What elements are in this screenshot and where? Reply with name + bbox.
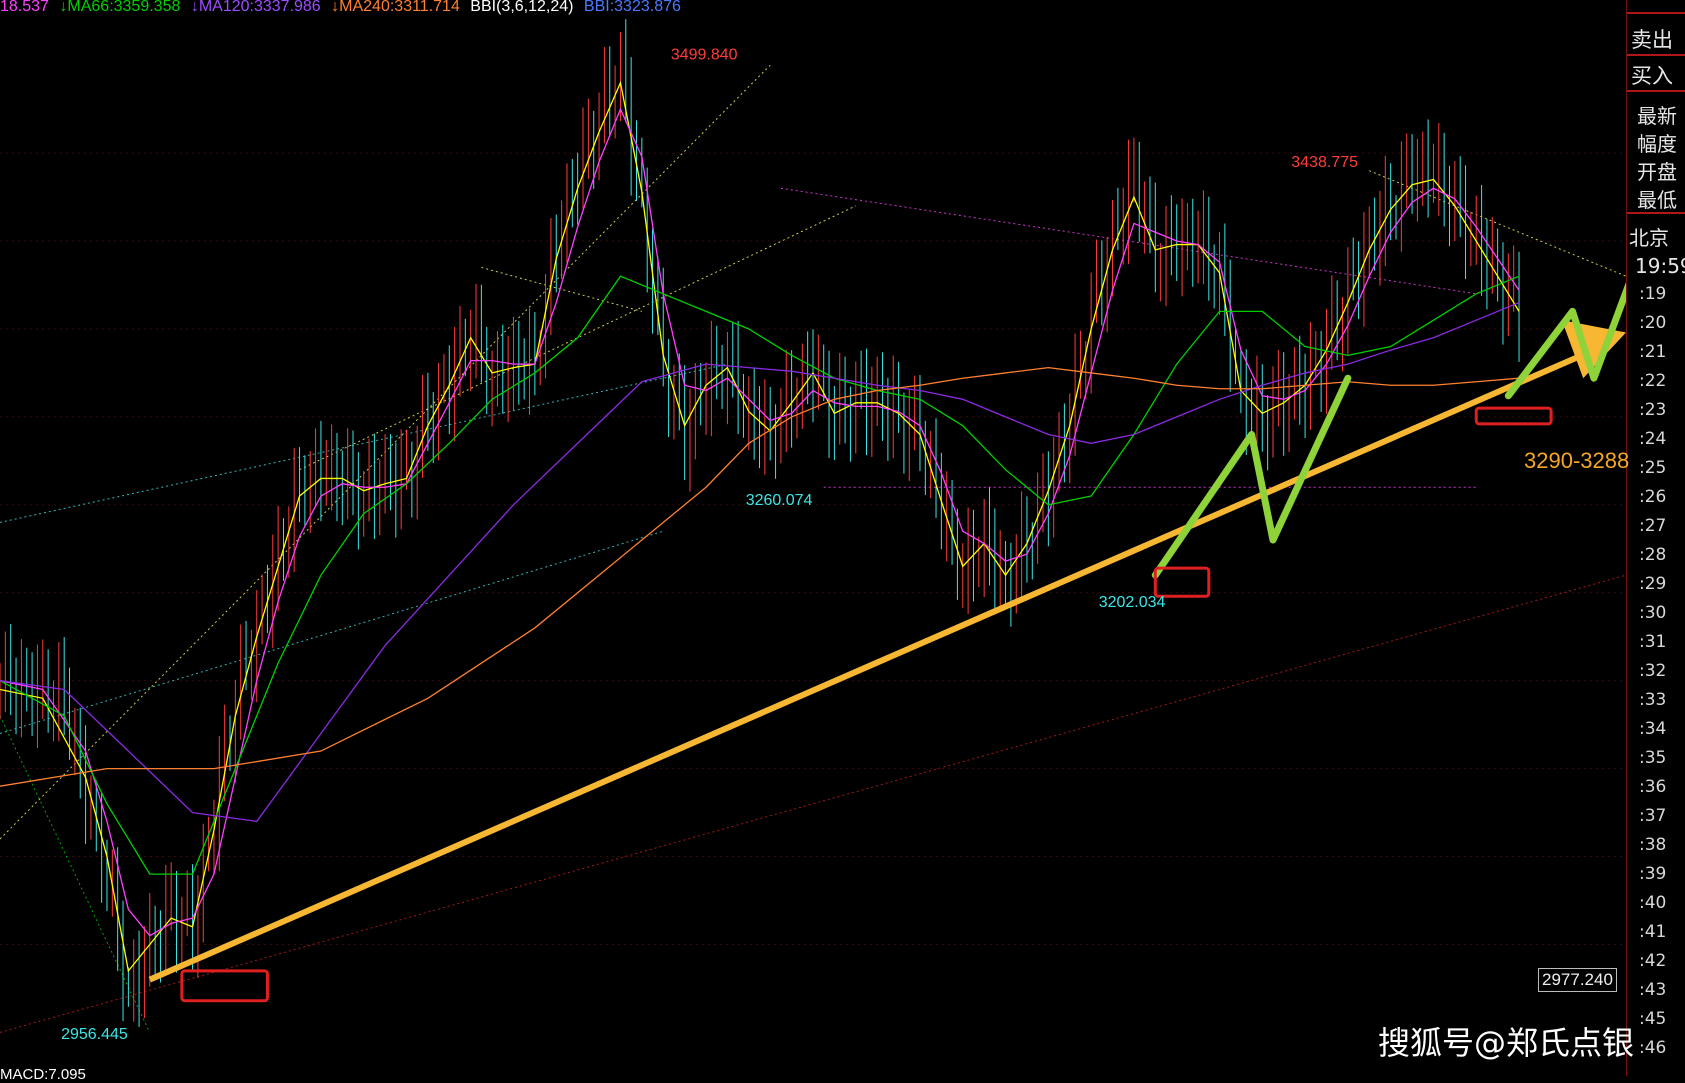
forecast-path [1504, 282, 1626, 400]
beijing-label: 北京 [1629, 226, 1669, 250]
ma-partial-value: 18.537 [0, 0, 49, 15]
price-annotation: 2956.445 [61, 1026, 128, 1043]
y-tick-label: :36 [1639, 777, 1667, 797]
divider [1627, 90, 1685, 92]
ma-line [0, 275, 1520, 875]
y-tick-label: :37 [1639, 806, 1667, 826]
y-tick-label: :21 [1639, 342, 1667, 362]
support-box [1153, 566, 1211, 598]
y-tick-label: :25 [1639, 458, 1667, 478]
support-box [1474, 406, 1553, 426]
divider [1627, 212, 1685, 214]
indicator-bar: 18.537 ↓MA66:3359.358 ↓MA120:3337.986 ↓M… [0, 0, 687, 16]
y-tick-label: :23 [1639, 400, 1667, 420]
y-tick-label: :19 [1639, 284, 1667, 304]
y-tick-label: :29 [1639, 574, 1667, 594]
y-tick-label: :24 [1639, 429, 1667, 449]
macd-label: MACD:7.095 [0, 1066, 86, 1083]
latest-label: 最新 [1637, 104, 1677, 128]
trend-line [0, 574, 1626, 1033]
range-label: 幅度 [1637, 132, 1677, 156]
kline-chart[interactable]: 3499.840 3438.775 3260.074 3202.034 2956.445 [0, 0, 1626, 1076]
y-tick-label: :26 [1639, 487, 1667, 507]
y-tick-label: :27 [1639, 516, 1667, 536]
y-tick-label: :35 [1639, 748, 1667, 768]
ma-line [0, 107, 1520, 937]
price-annotation: 3260.074 [746, 492, 813, 509]
y-tick-label: :41 [1639, 922, 1667, 942]
ma66-value: ↓MA66:3359.358 [59, 0, 181, 15]
bbi-params: BBI(3,6,12,24) [470, 0, 574, 15]
y-tick-label: :28 [1639, 545, 1667, 565]
price-annotation: 3202.034 [1099, 594, 1166, 611]
price-annotation: 3499.840 [671, 46, 738, 63]
buy-button[interactable]: 买入 [1631, 60, 1673, 90]
y-tick-label: :32 [1639, 661, 1667, 681]
trend-line [0, 530, 664, 734]
y-tick-label: :38 [1639, 835, 1667, 855]
y-tick-label: :43 [1639, 980, 1667, 1000]
bbi-value: BBI:3323.876 [583, 0, 681, 15]
y-tick-label: :45 [1639, 1009, 1667, 1029]
price-annotation: 3438.775 [1291, 154, 1358, 171]
y-tick-label: :20 [1639, 313, 1667, 333]
y-tick-label: :42 [1639, 951, 1667, 971]
y-tick-label: :22 [1639, 371, 1667, 391]
ma240-value: ↓MA240:3311.714 [331, 0, 460, 15]
low-label: 最低 [1637, 188, 1677, 212]
sell-button[interactable]: 卖出 [1631, 24, 1673, 54]
y-tick-label: :33 [1639, 690, 1667, 710]
open-label: 开盘 [1637, 160, 1677, 184]
y-tick-label: :40 [1639, 893, 1667, 913]
support-box [180, 969, 269, 1003]
ma-line [0, 80, 1520, 973]
time-label: 19:59 [1635, 254, 1685, 278]
divider [1627, 12, 1685, 14]
y-tick-label: :30 [1639, 603, 1667, 623]
divider [1627, 54, 1685, 56]
y-tick-label: :46 [1639, 1038, 1667, 1058]
y-tick-label: :34 [1639, 719, 1667, 739]
quote-side-panel: 卖出 买入 最新 幅度 开盘 最低 北京 19:59 :19 :20 :21 :22:… [1626, 0, 1685, 1076]
ma120-value: ↓MA120:3337.986 [190, 0, 321, 15]
ma-line [0, 301, 1520, 823]
watermark: 搜狐号@郑氏点银 [1378, 1024, 1635, 1062]
support-range-label: 3290-3288 [1524, 448, 1630, 473]
y-tick-label: :39 [1639, 864, 1667, 884]
current-price-box: 2977.240 [1538, 968, 1617, 992]
y-tick-label: :31 [1639, 632, 1667, 652]
